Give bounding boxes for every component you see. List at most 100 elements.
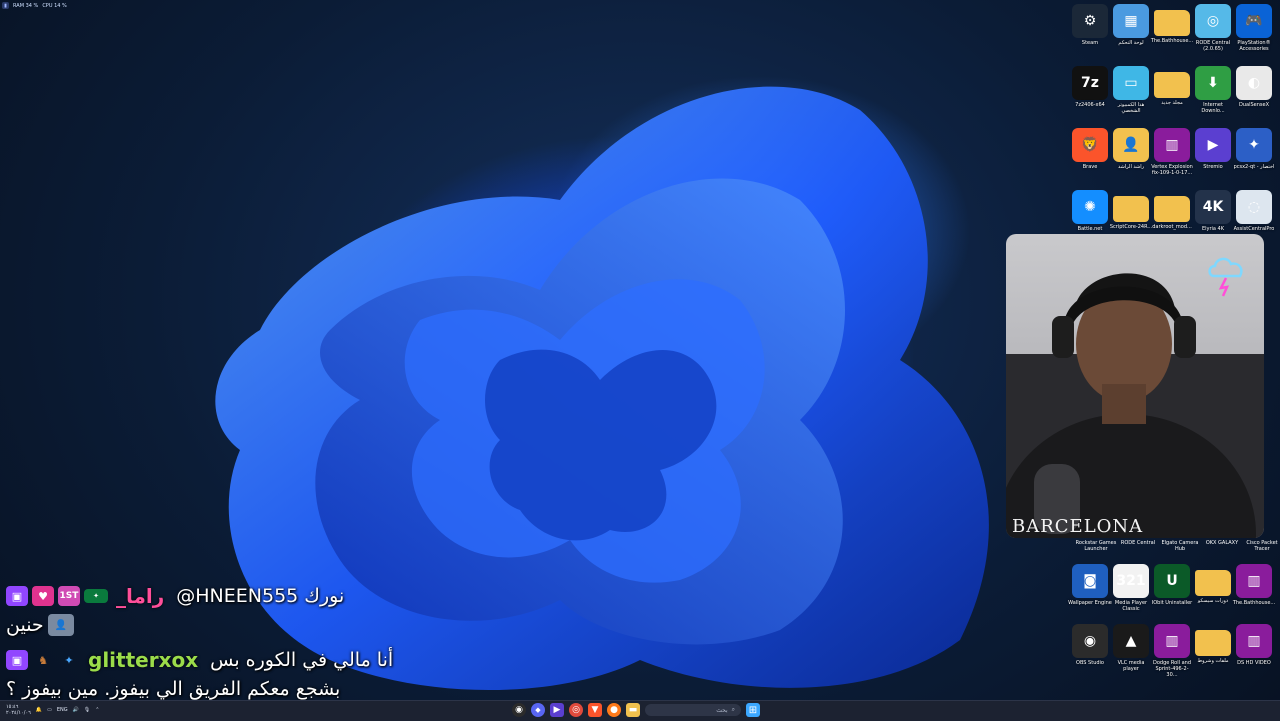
desktop-icon-label: IObit Uninstaller	[1151, 600, 1193, 606]
desktop-icon-label: The.Bathhouse...	[1150, 38, 1194, 44]
desktop-icon-label: VLC media player	[1117, 660, 1145, 672]
chat-username: _راما	[116, 584, 165, 608]
desktop-icon-label: Vertex Explosion fix-109-1-0-17...	[1151, 164, 1193, 176]
desktop-icon-rode-central[interactable]: ◎ RODE Central (2.0.65)	[1193, 4, 1233, 52]
star-badge-icon: ✦	[64, 653, 74, 667]
user-folder-icon: 👤	[1113, 128, 1149, 162]
avatar: 👤	[47, 614, 74, 636]
neon-cloud-icon	[1208, 257, 1243, 297]
desktop-icon-scriptcore[interactable]: ScriptCore-24R...	[1109, 190, 1153, 230]
desktop-icon-darkroot[interactable]: darkroot_mod...	[1152, 190, 1192, 230]
desktop-icon-label: Steam	[1081, 40, 1099, 46]
desktop-icon-ps-accessories[interactable]: 🎮 PlayStation® Accessories	[1234, 4, 1274, 52]
desktop-icon-label[interactable]: Cisco Packet Tracer	[1240, 540, 1280, 552]
desktop-icon-control-panel[interactable]: ▦ لوحة التحكم	[1111, 4, 1151, 46]
winrar-icon: ▥	[1236, 564, 1272, 598]
desktop-icon-label: pcsx2-qt - اختصار	[1233, 164, 1275, 170]
desktop-icon-brave[interactable]: 🦁 Brave	[1070, 128, 1110, 170]
desktop-icon-this-pc[interactable]: ▭ هذا الكمبيوتر الشخصي	[1111, 66, 1151, 114]
desktop-icon-dodge[interactable]: ▥ Dodge Roll and Sprint-496-2-30...	[1152, 624, 1192, 678]
chat-message-text: حنين	[6, 614, 44, 636]
steam-icon: ⚙	[1072, 4, 1108, 38]
desktop-icon-label: راشد الراشد	[1117, 164, 1145, 170]
desktop-icon-mpc[interactable]: 321 Media Player Classic	[1111, 564, 1151, 612]
desktop-icon-obs[interactable]: ◉ OBS Studio	[1070, 624, 1110, 666]
chat-message: ▣ ♞ ✦ glitterxox أنا مالي في الكوره بس	[6, 648, 393, 672]
desktop-icon-files[interactable]: ملفات وشروط	[1193, 624, 1233, 664]
search-input[interactable]: بحث ⌕	[645, 704, 741, 716]
desktop-icon-label: The.Bathhouse...	[1232, 600, 1276, 606]
desktop-icon-idm[interactable]: ⬇ Internet Downlo...	[1193, 66, 1233, 114]
desktop-icon-label: AssistCentralPro	[1233, 226, 1275, 232]
wallpaper-engine-icon: ◙	[1072, 564, 1108, 598]
desktop-icon-label: هذا الكمبيوتر الشخصي	[1117, 102, 1145, 114]
desktop-icon-label: Media Player Classic	[1114, 600, 1148, 612]
chevron-up-icon[interactable]: ⌃	[95, 707, 99, 713]
desktop-icon-dawrat[interactable]: دورات سيسكو	[1193, 564, 1233, 604]
desktop-icon-label: Internet Downlo...	[1201, 102, 1225, 114]
desktop-icon-battlenet[interactable]: ✺ Battle.net	[1070, 190, 1110, 232]
desktop-icon-label: مجلد جديد	[1161, 100, 1183, 106]
desktop-icon-pcsx2[interactable]: ✦ pcsx2-qt - اختصار	[1234, 128, 1274, 170]
stremio-taskbar-icon[interactable]: ▶	[550, 703, 564, 717]
start-button[interactable]: ⊞	[746, 703, 760, 717]
desktop-icon-label: Brave	[1082, 164, 1098, 170]
microphone-icon[interactable]: 🎙	[84, 707, 90, 713]
file-explorer-icon[interactable]: ▬	[626, 703, 640, 717]
pcsx2-icon: ✦	[1236, 128, 1272, 162]
desktop-icon-bathhouse-1[interactable]: The.Bathhouse...	[1150, 4, 1194, 44]
webcam-overlay: BARCELONA	[1006, 234, 1264, 538]
desktop-icon-label[interactable]: RODE Central	[1116, 540, 1160, 546]
desktop-icon-rashid[interactable]: 👤 راشد الراشد	[1111, 128, 1151, 170]
assist-icon: ◌	[1236, 190, 1272, 224]
chat-message-text: @HNEEN555 نورك	[176, 585, 345, 607]
volume-icon[interactable]: 🔊	[73, 707, 79, 713]
desktop-icon-4k[interactable]: 4K Elyria 4K	[1193, 190, 1233, 232]
desktop-icon-vlc[interactable]: ▲ VLC media player	[1111, 624, 1151, 672]
winrar-icon: ▥	[1154, 624, 1190, 658]
partial-icon-row: Rockstar Games Launcher RODE Central Elg…	[1074, 540, 1280, 554]
chrome-taskbar-icon[interactable]: ◎	[569, 703, 583, 717]
discord-taskbar-icon[interactable]: ◆	[531, 703, 545, 717]
desktop-icon-label: OBS Studio	[1076, 660, 1104, 666]
desktop-icon-label[interactable]: Elgato Camera Hub	[1158, 540, 1202, 552]
desktop-icon-label: Elyria 4K	[1201, 226, 1225, 232]
winrar-icon: ▥	[1154, 128, 1190, 162]
folder-icon	[1195, 630, 1231, 656]
desktop-icon-label: PlayStation® Accessories	[1237, 40, 1271, 52]
monitor-icon: ▭	[1113, 66, 1149, 100]
desktop-icon-new-folder[interactable]: مجلد جديد	[1152, 66, 1192, 106]
desktop-icon-wallpaper-engine[interactable]: ◙ Wallpaper Engine	[1068, 564, 1112, 606]
first-badge-icon: 1ST	[58, 586, 80, 606]
tablet-icon[interactable]: ▭	[47, 707, 52, 713]
desktop-icon-label: DualSenseX	[1239, 102, 1269, 108]
desktop-icon-label: Battle.net	[1077, 226, 1103, 232]
desktop-icon-dualsensex[interactable]: ◐ DualSenseX	[1234, 66, 1274, 108]
obs-taskbar-icon[interactable]: ◉	[512, 703, 526, 717]
desktop-icon-7z[interactable]: 7z 7z2406-x64	[1070, 66, 1110, 108]
language-indicator[interactable]: ENG	[57, 707, 68, 713]
desktop-icon-bathhouse-2[interactable]: ▥ The.Bathhouse...	[1232, 564, 1276, 606]
desktop-icon-stremio[interactable]: ▶ Stremio	[1193, 128, 1233, 170]
heart-badge-icon: ♥	[32, 586, 54, 606]
desktop-icon-label: 7z2406-x64	[1075, 102, 1105, 108]
folder-icon	[1113, 196, 1149, 222]
desktop-icon-assist[interactable]: ◌ AssistCentralPro	[1234, 190, 1274, 232]
clock-date: ٢٠٢٤/١٠/٠٦	[6, 710, 31, 716]
desktop-icon-iobit[interactable]: U IObit Uninstaller	[1152, 564, 1192, 606]
brave-taskbar-icon[interactable]: ▼	[588, 703, 602, 717]
desktop-icon-ds-hd[interactable]: ▥ DS HD VIDEO	[1234, 624, 1274, 666]
desktop-icon-label: ScriptCore-24R...	[1109, 224, 1153, 230]
desktop-icon-label[interactable]: Rockstar Games Launcher	[1074, 540, 1118, 552]
firefox-taskbar-icon[interactable]: ●	[607, 703, 621, 717]
desktop-icon-label: DS HD VIDEO	[1237, 660, 1271, 666]
clock[interactable]: ١٥:٤٦ ٢٠٢٤/١٠/٠٦	[6, 704, 31, 716]
desktop-icon-steam[interactable]: ⚙ Steam	[1070, 4, 1110, 46]
chat-username: glitterxox	[88, 648, 199, 672]
desktop-icon-label[interactable]: OKX GALAXY	[1200, 540, 1244, 546]
desktop-icon-vertex[interactable]: ▥ Vertex Explosion fix-109-1-0-17...	[1151, 128, 1193, 176]
disc-icon: ◎	[1195, 4, 1231, 38]
bell-icon[interactable]: 🔔	[36, 707, 42, 713]
folder-icon	[1154, 72, 1190, 98]
desktop-icon-label: Stremio	[1203, 164, 1223, 170]
